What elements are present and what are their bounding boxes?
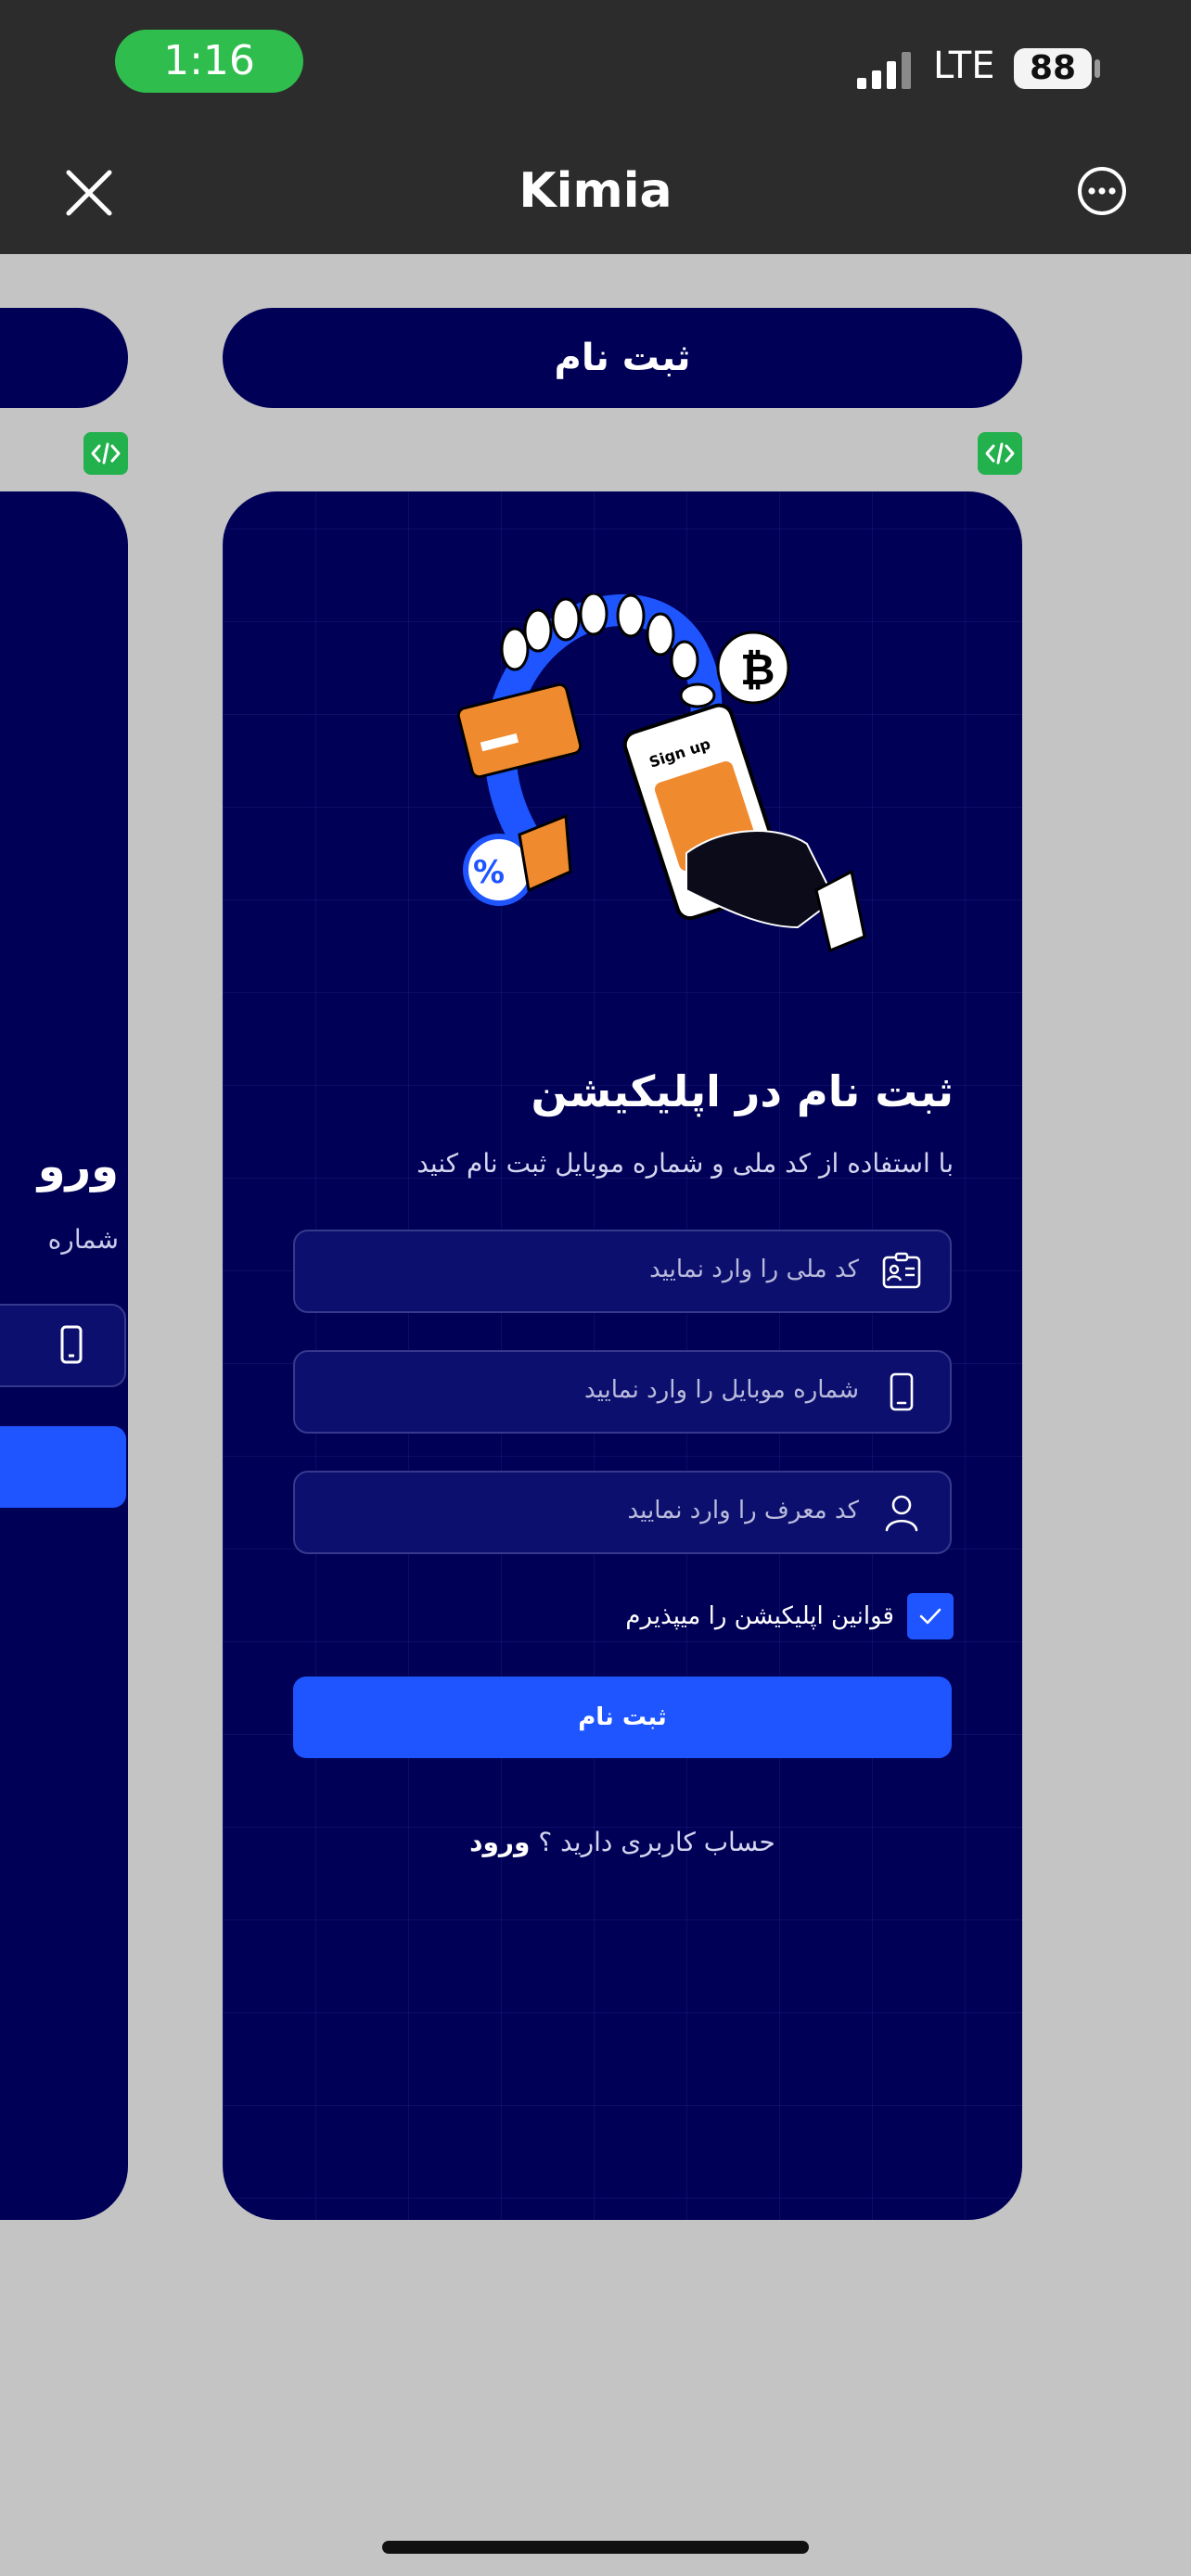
more-options-icon[interactable]	[1076, 165, 1128, 217]
signup-button[interactable]: ثبت نام	[293, 1677, 952, 1758]
screen-header[interactable]: ثبت نام	[223, 308, 1022, 408]
signup-screen-preview: ₿ % Sign up ثبت نام در اپلیکیشن با استفا…	[223, 491, 1022, 2220]
signup-subtitle: با استفاده از کد ملی و شماره موبایل ثبت …	[416, 1148, 954, 1179]
national-id-field[interactable]: کد ملی را وارد نمایید	[293, 1230, 952, 1313]
user-icon	[885, 1495, 918, 1532]
battery-indicator: 88	[1014, 48, 1092, 89]
terms-row: قوانین اپلیکیشن را میپذیرم	[625, 1593, 954, 1639]
checkmark-icon	[919, 1608, 941, 1625]
home-indicator[interactable]	[382, 2541, 809, 2554]
network-type: LTE	[933, 45, 995, 87]
referral-code-placeholder: کد معرف را وارد نمایید	[627, 1497, 859, 1524]
login-heading: ورو	[37, 1141, 119, 1192]
nav-title: Kimia	[519, 163, 672, 219]
login-prompt-row: حساب کاربری دارید ؟ ورود	[223, 1827, 1022, 1857]
login-button[interactable]	[0, 1426, 126, 1508]
signup-title: ثبت نام در اپلیکیشن	[531, 1066, 954, 1116]
referral-code-field[interactable]: کد معرف را وارد نمایید	[293, 1471, 952, 1554]
id-card-icon	[882, 1252, 921, 1289]
code-icon[interactable]	[83, 432, 128, 475]
status-time: 1:16	[115, 30, 303, 93]
login-subtitle: شماره	[47, 1224, 119, 1255]
login-prompt: حساب کاربری دارید ؟	[538, 1827, 775, 1857]
login-link[interactable]: ورود	[469, 1827, 530, 1857]
mobile-number-placeholder: شماره موبایل را وارد نمایید	[583, 1376, 859, 1404]
terms-label: قوانین اپلیکیشن را میپذیرم	[625, 1602, 894, 1630]
svg-text:%: %	[473, 854, 505, 891]
mobile-number-field[interactable]: شماره موبایل را وارد نمایید	[293, 1350, 952, 1434]
battery-tip	[1095, 59, 1100, 78]
signal-icon	[857, 52, 911, 89]
left-screen-header[interactable]	[0, 308, 128, 408]
svg-text:₿: ₿	[740, 644, 775, 695]
mobile-phone-icon	[60, 1325, 83, 1364]
login-input[interactable]	[0, 1304, 126, 1387]
signup-illustration: ₿ % Sign up	[456, 593, 866, 953]
login-screen-preview: ورو شماره	[0, 491, 128, 2220]
mobile-phone-icon	[890, 1372, 914, 1411]
terms-checkbox[interactable]	[907, 1593, 954, 1639]
national-id-placeholder: کد ملی را وارد نمایید	[649, 1256, 859, 1283]
code-icon[interactable]	[978, 432, 1022, 475]
